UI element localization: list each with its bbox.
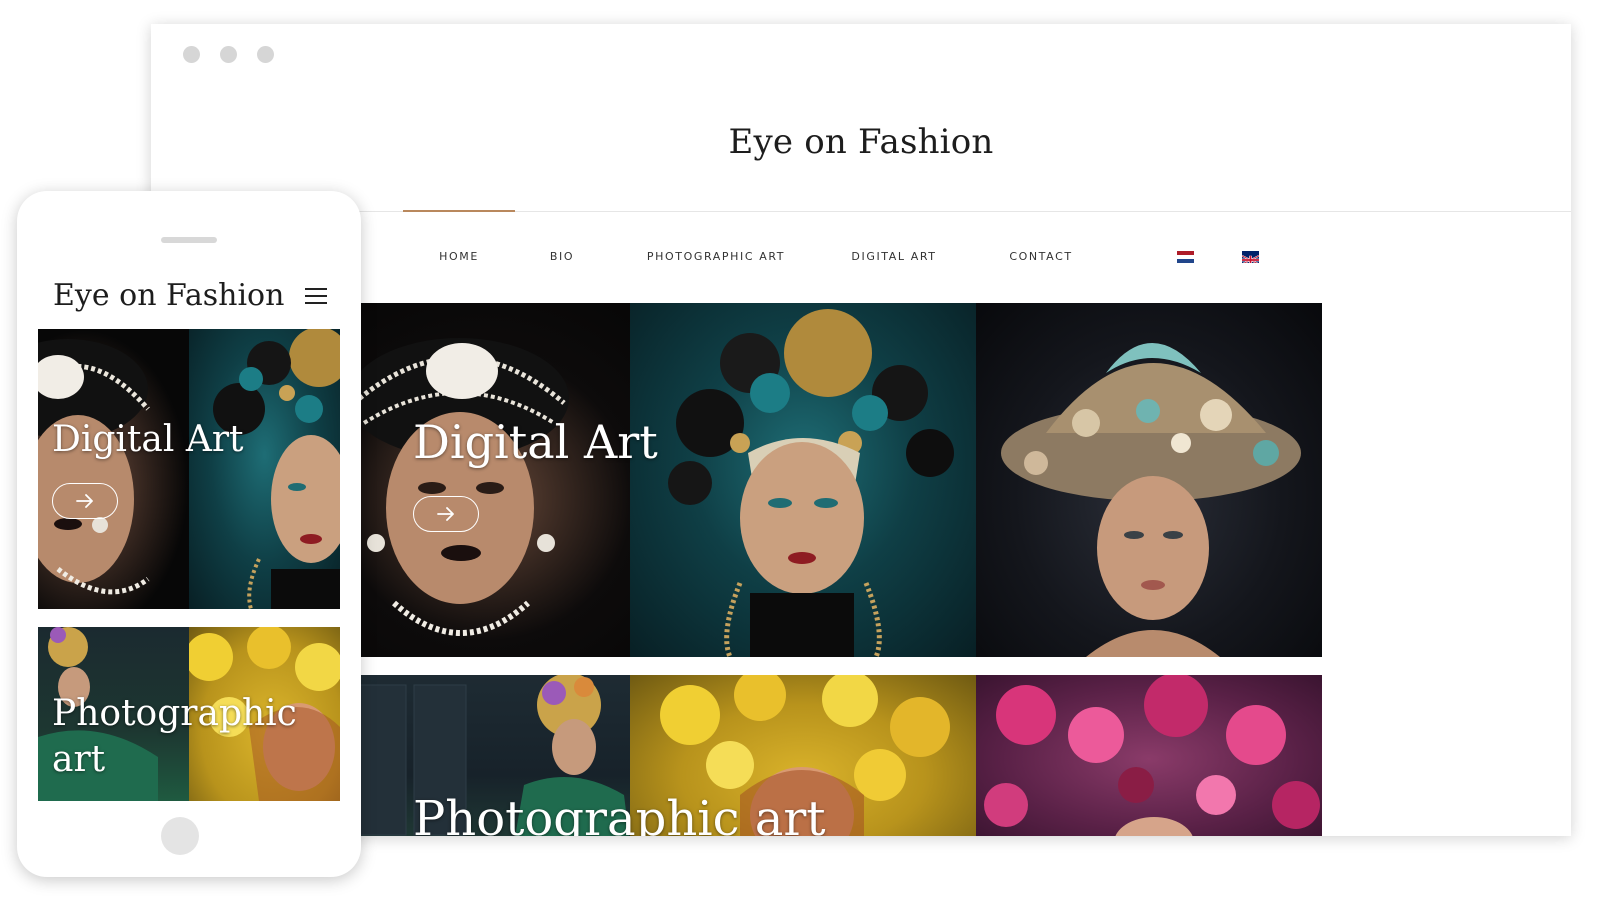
main-nav: HOME BIO PHOTOGRAPHIC ART DIGITAL ART CO… bbox=[151, 210, 1571, 303]
window-dot bbox=[257, 46, 274, 63]
window-dot bbox=[183, 46, 200, 63]
digital-art-tile[interactable]: Digital Art bbox=[151, 303, 1571, 657]
portrait-ornaments-graphic bbox=[668, 309, 954, 657]
mobile-device: Eye on Fashion Digital Art Photographic … bbox=[17, 191, 361, 877]
photographic-art-title[interactable]: Photographic art bbox=[413, 791, 826, 836]
hamburger-icon[interactable] bbox=[305, 288, 327, 304]
nav-item-contact[interactable]: CONTACT bbox=[996, 211, 1086, 303]
artwork-image bbox=[189, 329, 340, 609]
artwork-image bbox=[976, 303, 1322, 657]
mobile-digital-art-title[interactable]: Digital Art bbox=[52, 419, 244, 460]
uk-flag-graphic bbox=[1242, 254, 1259, 263]
pink-flower-portrait-graphic bbox=[984, 675, 1320, 836]
mobile-photographic-art-tile[interactable]: Photographic art bbox=[38, 627, 340, 801]
mobile-photographic-art-title[interactable]: Photographic art bbox=[52, 691, 312, 783]
nav-item-bio[interactable]: BIO bbox=[532, 211, 592, 303]
arrow-right-icon bbox=[76, 494, 93, 508]
portrait-ornaments-graphic bbox=[213, 329, 340, 609]
mobile-digital-art-tile[interactable]: Digital Art bbox=[38, 329, 340, 609]
mobile-digital-art-arrow-button[interactable] bbox=[52, 483, 118, 519]
mobile-site-title[interactable]: Eye on Fashion bbox=[53, 278, 284, 313]
artwork-image bbox=[976, 675, 1322, 836]
nav-item-digital-art[interactable]: DIGITAL ART bbox=[839, 211, 949, 303]
site-title[interactable]: Eye on Fashion bbox=[151, 122, 1571, 162]
desktop-browser-window: Eye on Fashion HOME BIO PHOTOGRAPHIC ART… bbox=[151, 24, 1571, 836]
digital-art-arrow-button[interactable] bbox=[413, 496, 479, 532]
nl-flag-icon[interactable] bbox=[1177, 251, 1194, 263]
portrait-pearl-hat-graphic bbox=[38, 339, 150, 595]
digital-art-title[interactable]: Digital Art bbox=[413, 415, 658, 469]
uk-flag-icon[interactable] bbox=[1242, 251, 1259, 263]
artwork-image bbox=[38, 329, 189, 609]
nav-item-photographic-art[interactable]: PHOTOGRAPHIC ART bbox=[631, 211, 801, 303]
portrait-shell-hat-graphic bbox=[1001, 343, 1301, 657]
phone-home-button bbox=[161, 817, 199, 855]
window-dot bbox=[220, 46, 237, 63]
photographic-art-tile[interactable]: Photographic art bbox=[151, 675, 1571, 836]
phone-speaker bbox=[161, 237, 217, 243]
arrow-right-icon bbox=[437, 507, 454, 521]
artwork-image bbox=[630, 303, 976, 657]
nav-item-home[interactable]: HOME bbox=[403, 210, 515, 303]
